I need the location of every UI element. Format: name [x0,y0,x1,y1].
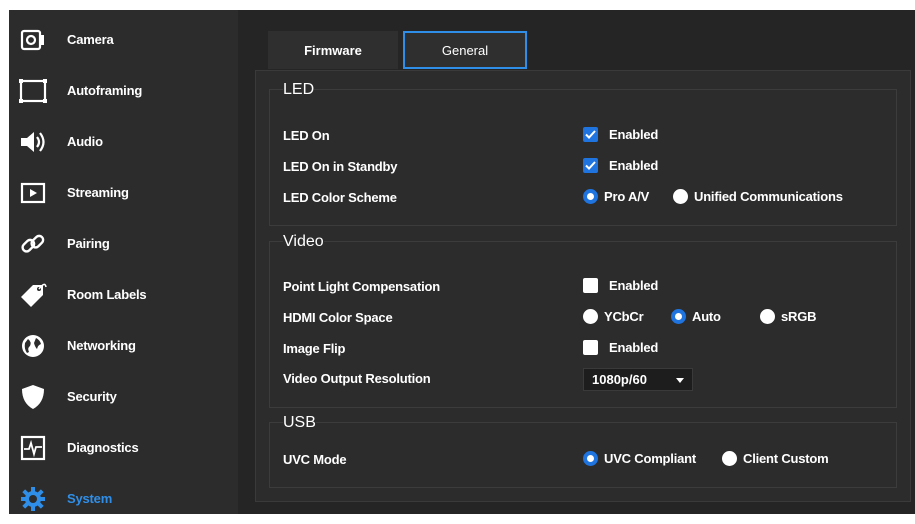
radio-unified-communications[interactable]: Unified Communications [673,189,843,204]
radio-label: sRGB [781,309,817,324]
radio-pro-av[interactable]: Pro A/V [583,189,649,204]
resolution-select[interactable]: 1080p/60 [583,368,693,391]
sidebar-item-label: Camera [67,32,114,47]
sidebar-item-networking[interactable]: Networking [9,320,238,371]
sidebar-item-audio[interactable]: Audio [9,116,238,167]
radio-label: UVC Compliant [604,451,697,466]
sidebar-item-pairing[interactable]: Pairing [9,218,238,269]
led-section: LED LED On Enabled LED On in Standby Ena… [269,81,897,226]
globe-icon [18,331,48,361]
tab-firmware[interactable]: Firmware [268,31,398,69]
led-color-scheme-label: LED Color Scheme [283,190,397,205]
radio-label: Unified Communications [694,189,843,204]
tag-icon [18,280,48,310]
radio-unselected[interactable] [583,309,598,324]
led-standby-label: LED On in Standby [283,159,398,174]
radio-uvc-compliant[interactable]: UVC Compliant [583,451,696,466]
radio-label: Pro A/V [604,189,650,204]
sidebar-item-security[interactable]: Security [9,371,238,422]
radio-client-custom[interactable]: Client Custom [722,451,829,466]
radio-selected[interactable] [583,189,598,204]
sidebar-item-label: Networking [67,338,136,353]
speaker-icon [18,127,48,157]
autoframing-icon [18,76,48,106]
radio-auto[interactable]: Auto [671,309,721,324]
sidebar-item-label: Streaming [67,185,129,200]
led-on-label: LED On [283,128,330,143]
section-title: Video [283,233,324,251]
section-title: USB [283,414,316,432]
sidebar-item-room-labels[interactable]: Room Labels [9,269,238,320]
select-value: 1080p/60 [592,372,647,387]
radio-ycbcr[interactable]: YCbCr [583,309,644,324]
checkbox-unchecked[interactable] [583,340,598,355]
led-on-checkbox[interactable]: Enabled [583,127,658,142]
sidebar-item-diagnostics[interactable]: Diagnostics [9,422,238,473]
video-section: Video Point Light Compensation Enabled H… [269,233,897,408]
radio-srgb[interactable]: sRGB [760,309,817,324]
radio-label: Client Custom [743,451,829,466]
checkbox-label: Enabled [609,340,659,355]
sidebar-item-system[interactable]: System [9,473,238,524]
sidebar-item-label: Pairing [67,236,110,251]
radio-label: YCbCr [604,309,644,324]
sidebar-item-label: Security [67,389,117,404]
plc-label: Point Light Compensation [283,279,440,294]
radio-unselected[interactable] [760,309,775,324]
chevron-down-icon [676,378,684,383]
video-output-resolution-label: Video Output Resolution [283,371,431,386]
radio-label: Auto [692,309,721,324]
checkbox-unchecked[interactable] [583,278,598,293]
radio-unselected[interactable] [722,451,737,466]
section-title: LED [283,81,315,99]
app-frame: Camera Autoframing Audio Streaming Pairi… [9,10,915,514]
uvc-mode-label: UVC Mode [283,452,347,467]
main-content: Firmware General LED LED On Enabled LED … [238,10,915,514]
led-standby-checkbox[interactable]: Enabled [583,158,658,173]
sidebar: Camera Autoframing Audio Streaming Pairi… [9,10,238,514]
checkbox-checked[interactable] [583,158,598,173]
radio-selected[interactable] [583,451,598,466]
checkbox-checked[interactable] [583,127,598,142]
image-flip-checkbox[interactable]: Enabled [583,340,658,355]
play-icon [18,178,48,208]
image-flip-label: Image Flip [283,341,346,356]
camera-icon [18,25,48,55]
settings-panel: LED LED On Enabled LED On in Standby Ena… [255,70,911,502]
radio-unselected[interactable] [673,189,688,204]
checkbox-label: Enabled [609,158,659,173]
gear-icon [18,484,48,514]
checkbox-label: Enabled [609,127,659,142]
link-icon [18,229,48,259]
sidebar-item-streaming[interactable]: Streaming [9,167,238,218]
shield-icon [18,382,48,412]
usb-section: USB UVC Mode UVC Compliant Client Custom [269,414,897,488]
sidebar-item-camera[interactable]: Camera [9,14,238,65]
hdmi-color-space-label: HDMI Color Space [283,310,393,325]
sidebar-item-label: Autoframing [67,83,143,98]
tab-general[interactable]: General [403,31,527,69]
sidebar-item-label: Room Labels [67,287,147,302]
sidebar-item-label: Diagnostics [67,440,139,455]
checkbox-label: Enabled [609,278,659,293]
sidebar-item-autoframing[interactable]: Autoframing [9,65,238,116]
sidebar-item-label: Audio [67,134,103,149]
sidebar-item-label: System [67,491,113,506]
pulse-icon [18,433,48,463]
plc-checkbox[interactable]: Enabled [583,278,658,293]
radio-selected[interactable] [671,309,686,324]
